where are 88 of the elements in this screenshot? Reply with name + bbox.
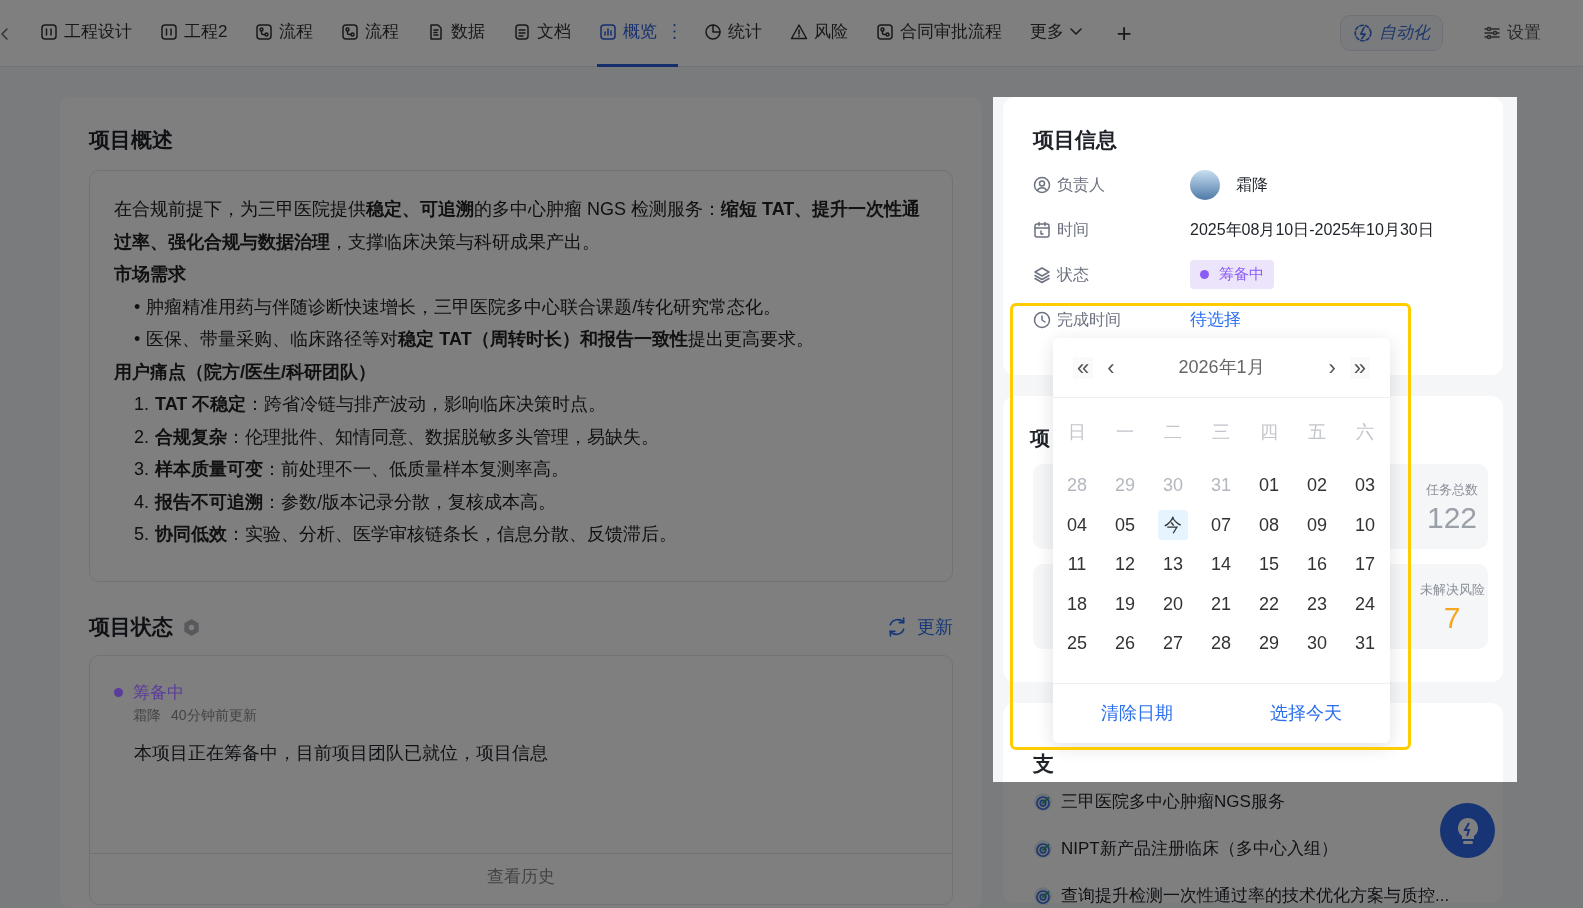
calendar-day[interactable]: 15: [1254, 549, 1284, 580]
field-label: 负责人: [1057, 174, 1105, 195]
next-year-button[interactable]: »: [1349, 356, 1370, 379]
avatar: [1190, 169, 1220, 200]
list-number: 5.: [134, 523, 149, 546]
list-item-text: 医保、带量采购、临床路径等对稳定 TAT（周转时长）和报告一致性提出更高要求。: [146, 328, 814, 351]
calendar-day[interactable]: 30: [1302, 628, 1332, 659]
calendar-day[interactable]: 16: [1302, 549, 1332, 580]
previous-year-button[interactable]: «: [1073, 356, 1094, 379]
status-tag: 筹备中: [1190, 260, 1274, 289]
calendar-day[interactable]: 03: [1350, 470, 1380, 500]
clock-icon: [1033, 310, 1051, 329]
goal-link[interactable]: 查询提升检测一次性通过率的技术优化方案与质控...: [1061, 882, 1450, 908]
update-time: 40分钟前更新: [171, 706, 257, 725]
calendar-day[interactable]: 12: [1110, 549, 1140, 580]
field-label: 完成时间: [1057, 309, 1121, 330]
month-title: 2026年1月: [1177, 356, 1266, 379]
calendar-day[interactable]: 13: [1158, 549, 1188, 580]
calendar-day[interactable]: 05: [1110, 509, 1140, 540]
list-item-text: 合规复杂：伦理批件、知情同意、数据脱敏多头管理，易缺失。: [155, 425, 659, 449]
section-title: 项目概述: [89, 127, 173, 153]
pending-date-link[interactable]: 待选择: [1190, 306, 1241, 333]
status-text: 本项目正在筹备中，目前项目团队已就位，项目信息: [133, 742, 549, 765]
weekday-label: 四: [1260, 421, 1278, 444]
next-month-button[interactable]: ›: [1324, 356, 1340, 379]
list-number: 2.: [134, 425, 149, 449]
owner-name: 霜降: [1236, 174, 1268, 195]
list-item-text: 肿瘤精准用药与伴随诊断快速增长，三甲医院多中心联合课题/转化研究常态化。: [146, 295, 782, 319]
calendar-day[interactable]: 09: [1302, 509, 1332, 540]
calendar-day[interactable]: 27: [1158, 628, 1188, 659]
calendar-day[interactable]: 22: [1254, 588, 1284, 619]
subheading: 用户痛点（院方/医生/科研团队）: [114, 360, 377, 384]
clear-date-button[interactable]: 清除日期: [1095, 699, 1180, 728]
card-title: 支: [1033, 752, 1054, 776]
calendar-day[interactable]: 07: [1206, 509, 1236, 540]
calendar-day[interactable]: 08: [1254, 509, 1284, 540]
overview-paragraph: 在合规前提下，为三甲医院提供稳定、可追溯的多中心肿瘤 NGS 检测服务：缩短 TAT、提升一次性通过率、强化合规与数据治理，支撑临床决策与科研成果产出。: [114, 198, 922, 254]
weekday-label: 二: [1164, 421, 1182, 444]
stat-value: 122: [1425, 499, 1479, 536]
field-label: 时间: [1057, 219, 1089, 240]
stat-label: 未解决风险: [1418, 581, 1486, 599]
list-number: 1.: [134, 393, 149, 416]
field-label: 状态: [1057, 264, 1089, 285]
subheading: 市场需求: [114, 263, 187, 286]
calendar-day[interactable]: 今: [1158, 509, 1188, 540]
calendar-day[interactable]: 24: [1350, 588, 1380, 619]
calendar-day[interactable]: 20: [1158, 588, 1188, 619]
card-title: 项: [1030, 426, 1050, 450]
weekday-label: 日: [1068, 421, 1086, 444]
calendar-day[interactable]: 23: [1302, 588, 1332, 619]
calendar-day[interactable]: 21: [1206, 588, 1236, 619]
calendar-day[interactable]: 02: [1302, 470, 1332, 500]
list-number: 3.: [134, 458, 149, 481]
calendar-day[interactable]: 17: [1350, 549, 1380, 580]
calendar-day[interactable]: 11: [1062, 549, 1092, 580]
stat-label: 任务总数: [1425, 481, 1479, 499]
calendar-day[interactable]: 29: [1254, 628, 1284, 659]
calendar-day[interactable]: 10: [1350, 509, 1380, 540]
status-label: 筹备中: [133, 681, 184, 704]
calendar-day[interactable]: 01: [1254, 470, 1284, 500]
select-today-button[interactable]: 选择今天: [1263, 699, 1348, 728]
calendar-day[interactable]: 18: [1062, 588, 1092, 619]
calendar-day[interactable]: 14: [1206, 549, 1236, 580]
list-item-text: 协同低效：实验、分析、医学审核链条长，信息分散、反馈滞后。: [155, 523, 677, 546]
bullet-marker: •: [134, 295, 141, 319]
weekday-label: 三: [1212, 421, 1230, 444]
weekday-label: 六: [1356, 421, 1374, 444]
bullet-marker: •: [134, 328, 141, 351]
list-item-text: TAT 不稳定：跨省冷链与排产波动，影响临床决策时点。: [155, 393, 607, 416]
previous-month-button[interactable]: ‹: [1103, 356, 1119, 379]
user-circle-icon: [1033, 175, 1051, 194]
date-range: 2025年08月10日-2025年10月30日: [1190, 219, 1434, 240]
calendar-day[interactable]: 26: [1110, 628, 1140, 659]
calendar-day[interactable]: 31: [1350, 628, 1380, 659]
list-number: 4.: [134, 490, 149, 514]
calendar-day[interactable]: 28: [1206, 628, 1236, 659]
calendar-icon: [1033, 220, 1051, 239]
list-item-text: 报告不可追溯：参数/版本记录分散，复核成本高。: [155, 490, 557, 514]
calendar-day[interactable]: 19: [1110, 588, 1140, 619]
section-title: 项目状态: [89, 614, 173, 640]
card-title: 项目信息: [1033, 127, 1117, 153]
layers-icon: [1033, 265, 1051, 284]
list-item-text: 样本质量可变：前处理不一、低质量样本复测率高。: [155, 458, 569, 481]
author-name: 霜降: [133, 706, 161, 725]
calendar-day[interactable]: 25: [1062, 628, 1092, 659]
stat-value: 7: [1442, 599, 1462, 636]
calendar-day[interactable]: 04: [1062, 509, 1092, 540]
weekday-label: 五: [1308, 421, 1326, 444]
